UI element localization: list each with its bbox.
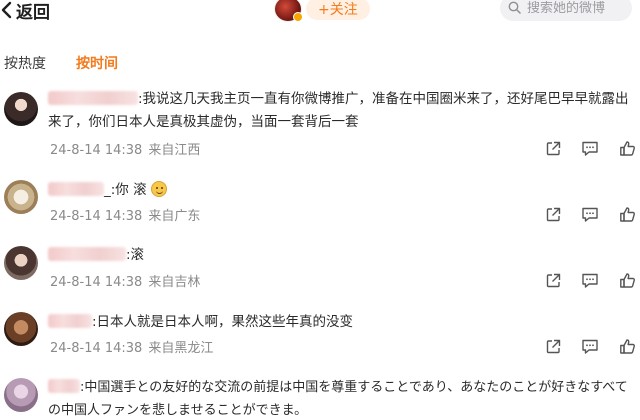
share-icon[interactable]	[544, 205, 562, 223]
comment-meta: 24-8-14 14:38 来自江西	[50, 139, 200, 158]
comment-item: :我说这几天我主页一直有你微博推广，准备在中国圈米来了，还好尾巴早早就露出来了，…	[0, 88, 640, 160]
location: 来自广东	[148, 209, 201, 224]
comment-actions	[525, 271, 636, 289]
location: 来自江西	[148, 143, 201, 158]
avatar[interactable]	[4, 378, 38, 412]
back-label: 返回	[16, 2, 50, 23]
comment-actions	[525, 139, 636, 157]
reply-icon[interactable]	[581, 205, 599, 223]
smile-emoji-icon	[150, 181, 167, 197]
blurred-username[interactable]	[48, 314, 92, 328]
comment-text: :滚	[48, 244, 630, 267]
timestamp: 24-8-14 14:38	[50, 341, 143, 356]
share-icon[interactable]	[544, 139, 562, 157]
follow-button[interactable]: +关注	[306, 0, 370, 20]
comment-meta: 24-8-14 14:38 来自广东	[50, 205, 200, 224]
like-icon[interactable]	[618, 271, 636, 289]
comment-item: _:你 滚 24-8-14 14:38 来自广东	[0, 180, 640, 228]
comment-item: :中国選手との友好的な交流の前提は中国を尊重することであり、あなたのことが好きな…	[0, 378, 640, 420]
comment-actions	[525, 337, 636, 355]
share-icon[interactable]	[544, 271, 562, 289]
timestamp: 24-8-14 14:38	[50, 209, 143, 224]
avatar[interactable]	[4, 246, 38, 280]
author-avatar[interactable]	[274, 0, 303, 22]
location: 来自黑龙江	[148, 341, 214, 356]
search-box[interactable]	[500, 0, 632, 21]
reply-icon[interactable]	[581, 271, 599, 289]
sort-tabs: 按热度 按时间	[4, 53, 118, 73]
comment-text: _:你 滚	[48, 179, 630, 202]
like-icon[interactable]	[618, 337, 636, 355]
comment-text: :我说这几天我主页一直有你微博推广，准备在中国圈米来了，还好尾巴早早就露出来了，…	[48, 91, 629, 130]
location: 来自吉林	[148, 275, 201, 290]
avatar[interactable]	[4, 92, 38, 126]
comment-page: 返回 +关注 按热度 按时间 :我说这几天我主页一直有你微博推广，准备在中国圈米…	[0, 0, 640, 420]
comment-text: :日本人就是日本人啊，果然这些年真的没变	[48, 311, 630, 334]
search-icon	[508, 0, 521, 18]
share-icon[interactable]	[544, 337, 562, 355]
blurred-username[interactable]	[48, 182, 104, 196]
like-icon[interactable]	[618, 139, 636, 157]
like-icon[interactable]	[618, 205, 636, 223]
comment-meta: 24-8-14 14:38 来自黑龙江	[50, 337, 213, 356]
blurred-username[interactable]	[48, 379, 80, 393]
timestamp: 24-8-14 14:38	[50, 143, 143, 158]
avatar[interactable]	[4, 312, 38, 346]
chevron-left-icon	[0, 0, 14, 20]
reply-icon[interactable]	[581, 139, 599, 157]
blurred-username[interactable]	[48, 91, 138, 105]
tab-sort-time[interactable]: 按时间	[76, 53, 118, 73]
comment-actions	[525, 205, 636, 223]
top-bar: 返回 +关注	[0, 0, 640, 24]
reply-icon[interactable]	[581, 337, 599, 355]
author-follow-group: +关注	[274, 0, 370, 22]
blurred-username[interactable]	[48, 247, 126, 261]
comment-text: :中国選手との友好的な交流の前提は中国を尊重することであり、あなたのことが好きな…	[48, 379, 628, 418]
search-input[interactable]	[527, 0, 627, 16]
comment-item: :日本人就是日本人啊，果然这些年真的没变 24-8-14 14:38 来自黑龙江	[0, 312, 640, 360]
back-button[interactable]: 返回	[0, 0, 50, 23]
timestamp: 24-8-14 14:38	[50, 275, 143, 290]
comment-meta: 24-8-14 14:38 来自吉林	[50, 271, 200, 290]
verified-badge-icon	[293, 12, 303, 22]
tab-sort-hot[interactable]: 按热度	[4, 53, 46, 73]
comment-item: :滚 24-8-14 14:38 来自吉林	[0, 246, 640, 294]
avatar[interactable]	[4, 180, 38, 214]
